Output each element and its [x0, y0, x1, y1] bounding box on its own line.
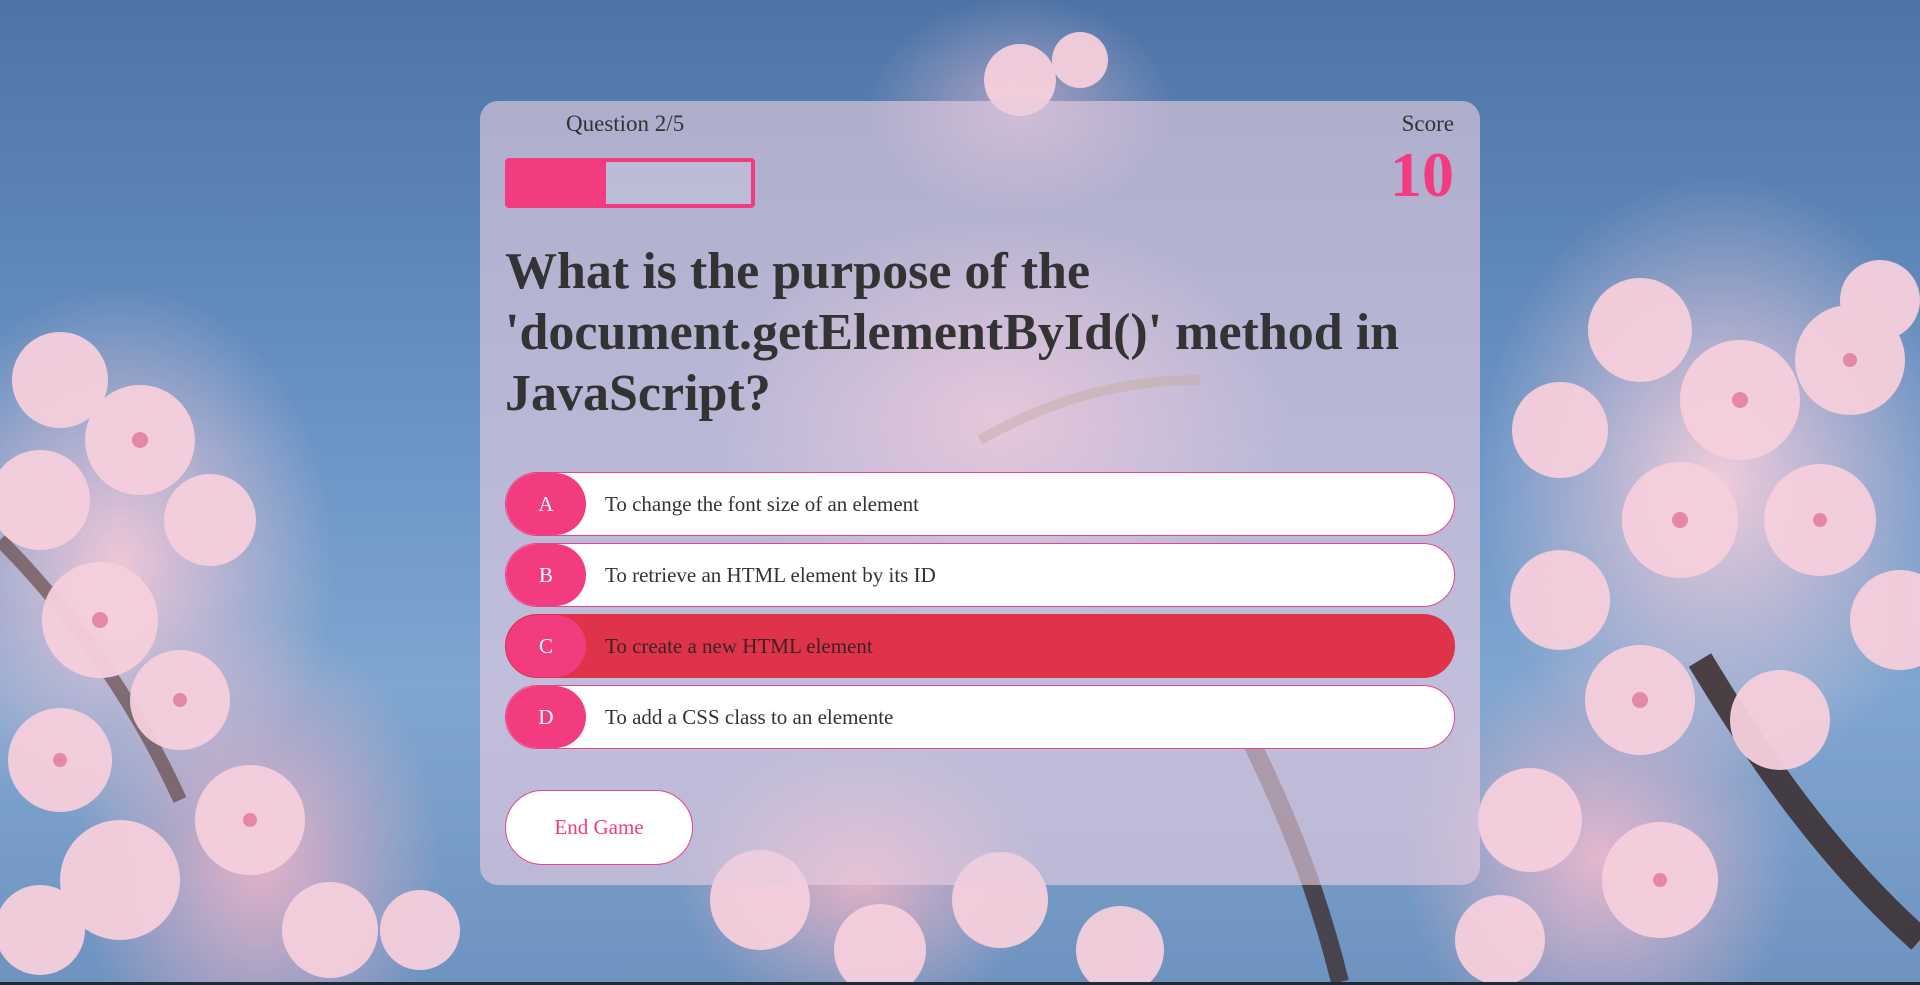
question-counter: Question 2/5 [566, 111, 685, 136]
choice-b[interactable]: B To retrieve an HTML element by its ID [505, 543, 1455, 607]
score-label: Score [1401, 111, 1454, 136]
question-text: What is the purpose of the 'document.get… [505, 243, 1400, 422]
choice-list: A To change the font size of an element … [505, 472, 1455, 756]
choice-c[interactable]: C To create a new HTML element [505, 614, 1455, 678]
score-value: 10 [1390, 139, 1454, 210]
progress-bar-fill [509, 162, 606, 204]
choice-prefix: C [506, 615, 586, 677]
choice-text: To retrieve an HTML element by its ID [605, 562, 936, 587]
choice-text: To change the font size of an element [605, 491, 919, 516]
choice-prefix: D [506, 686, 586, 748]
choice-prefix: B [506, 544, 586, 606]
progress-bar [505, 158, 755, 208]
choice-text: To create a new HTML element [605, 633, 873, 658]
quiz-card: Question 2/5 Score 10 What is the purpos… [480, 101, 1480, 885]
end-game-button[interactable]: End Game [505, 790, 693, 865]
choice-d[interactable]: D To add a CSS class to an elemente [505, 685, 1455, 749]
choice-text: To add a CSS class to an elemente [605, 704, 894, 729]
choice-prefix: A [506, 473, 586, 535]
choice-a[interactable]: A To change the font size of an element [505, 472, 1455, 536]
